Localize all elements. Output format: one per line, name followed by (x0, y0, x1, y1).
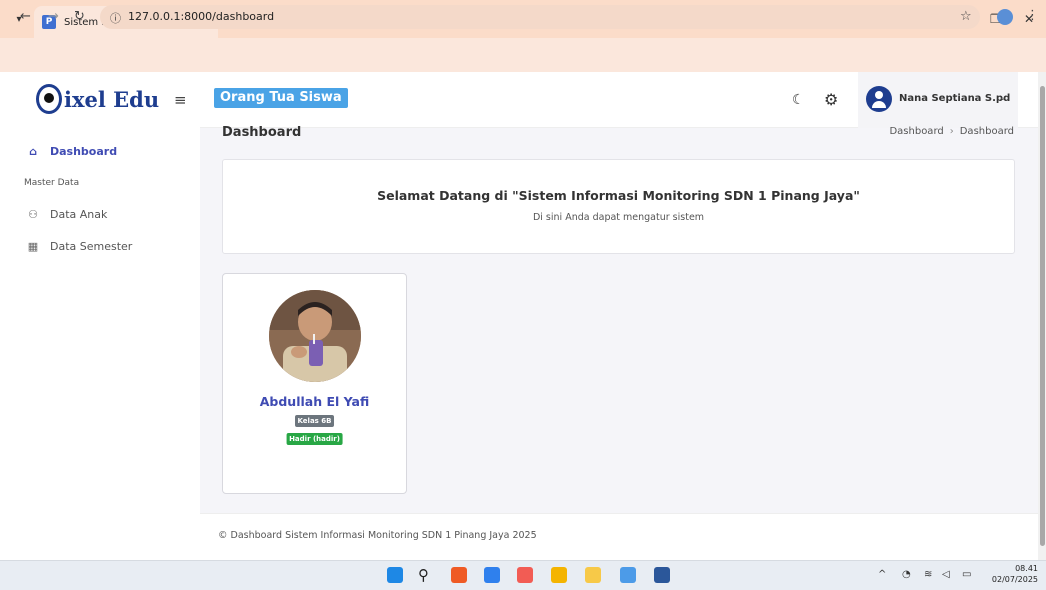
reload-icon[interactable]: ↻ (74, 9, 85, 24)
calendar-icon: ▦ (27, 240, 39, 253)
volume-icon[interactable]: ◁ (942, 569, 950, 580)
sidebar-item-label: Data Anak (50, 208, 108, 221)
taskbar-clock[interactable]: 08.41 02/07/2025 (986, 563, 1038, 585)
windows-start-icon[interactable] (387, 567, 403, 583)
sidebar-item-label: Dashboard (50, 145, 118, 158)
user-avatar-icon[interactable] (866, 86, 892, 112)
vscode-icon[interactable] (484, 567, 500, 583)
tray-chevron-icon[interactable]: ^ (878, 569, 886, 580)
forward-icon[interactable]: → (48, 9, 59, 24)
breadcrumb: Dashboard › Dashboard (889, 126, 1014, 137)
role-badge: Orang Tua Siswa (214, 88, 348, 108)
sidebar-section-master-data: Master Data (24, 178, 80, 188)
clock-time: 08.41 (1015, 564, 1038, 573)
sidebar-item-label: Data Semester (50, 240, 133, 253)
student-card[interactable]: Abdullah El Yafi Kelas 6B Hadir (hadir) (222, 273, 407, 494)
app-logo[interactable]: ixel Edu (36, 84, 159, 114)
student-photo (269, 290, 361, 382)
breadcrumb-separator-icon: › (949, 126, 954, 137)
file-explorer-icon[interactable] (585, 567, 601, 583)
welcome-title: Selamat Datang di "Sistem Informasi Moni… (377, 188, 860, 203)
wifi-icon[interactable]: ≋ (924, 569, 932, 580)
sidebar-item-dashboard[interactable]: ⌂ Dashboard (26, 145, 117, 158)
address-bar (0, 38, 1046, 72)
welcome-card: Selamat Datang di "Sistem Informasi Moni… (222, 159, 1015, 254)
user-name[interactable]: Nana Septiana S.pd (899, 93, 1010, 104)
users-icon: ⚇ (28, 208, 38, 221)
home-icon: ⌂ (29, 145, 37, 158)
sidebar-item-data-anak[interactable]: ⚇ Data Anak (26, 208, 107, 221)
breadcrumb-current: Dashboard (959, 126, 1014, 137)
menu-toggle-icon[interactable]: ≡ (174, 91, 187, 109)
chrome-icon[interactable] (551, 567, 567, 583)
attendance-status-badge: Hadir (hadir) (286, 433, 343, 445)
scrollbar-thumb[interactable] (1040, 86, 1045, 546)
url-text[interactable]: 127.0.0.1:8000/dashboard (128, 10, 274, 23)
sidebar-item-data-semester[interactable]: ▦ Data Semester (26, 240, 133, 253)
site-info-icon[interactable]: ⓘ (110, 10, 121, 26)
page-title: Dashboard (222, 125, 302, 140)
breadcrumb-link-dashboard[interactable]: Dashboard (889, 126, 943, 137)
brand-name: ixel Edu (64, 86, 160, 112)
xampp-icon[interactable] (517, 567, 533, 583)
back-icon[interactable]: ← (20, 9, 31, 24)
word-icon[interactable] (654, 567, 670, 583)
bookmark-star-icon[interactable]: ☆ (960, 9, 972, 24)
footer-text: © Dashboard Sistem Informasi Monitoring … (218, 530, 537, 541)
settings-gear-icon[interactable]: ⚙ (824, 90, 838, 109)
browser-menu-icon[interactable]: ⋮ (1026, 8, 1039, 23)
brave-browser-icon[interactable] (451, 567, 467, 583)
battery-icon[interactable]: ▭ (962, 569, 971, 580)
clock-date: 02/07/2025 (991, 575, 1038, 584)
profile-extension-icon[interactable] (997, 9, 1013, 25)
class-badge: Kelas 6B (294, 415, 335, 427)
search-icon[interactable]: ⚲ (418, 567, 434, 583)
student-name[interactable]: Abdullah El Yafi (223, 394, 406, 409)
dark-mode-toggle-icon[interactable]: ☾ (792, 92, 805, 108)
welcome-subtitle: Di sini Anda dapat mengatur sistem (532, 212, 705, 223)
chrome-canary-icon[interactable] (620, 567, 636, 583)
chevron-down-icon[interactable]: ⌄ (999, 93, 1007, 103)
copilot-icon[interactable]: ◔ (902, 569, 911, 580)
logo-mark-icon (36, 84, 62, 114)
